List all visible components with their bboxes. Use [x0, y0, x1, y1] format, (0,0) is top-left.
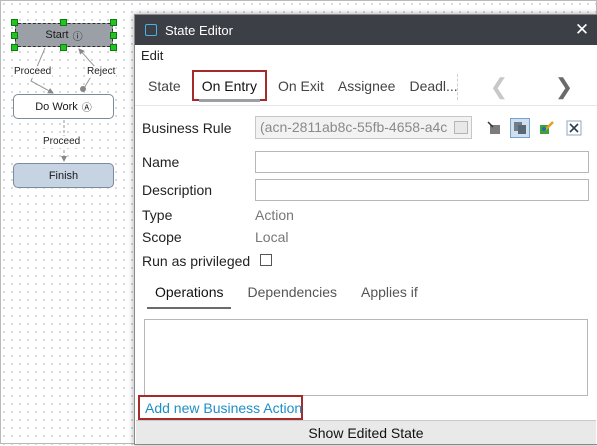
selection-handle[interactable] — [11, 32, 18, 39]
selection-handle[interactable] — [11, 44, 18, 51]
subtab-applies-if[interactable]: Applies if — [349, 281, 430, 309]
clear-rule-icon[interactable] — [564, 118, 584, 138]
selection-handle[interactable] — [11, 19, 18, 26]
selection-handle[interactable] — [110, 19, 117, 26]
select-rule-icon[interactable] — [484, 118, 504, 138]
menu-bar: Edit — [135, 45, 597, 66]
state-editor-dialog: State Editor ✕ Edit State On Entry On Ex… — [134, 14, 597, 445]
operations-list[interactable] — [144, 319, 588, 396]
node-do-work-label: Do Work — [35, 100, 78, 113]
node-do-work[interactable]: Do Work Ⓐ — [13, 94, 114, 119]
tab-scroll-right-icon[interactable]: ❯ — [552, 74, 576, 100]
selection-handle[interactable] — [110, 32, 117, 39]
business-rule-label: Business Rule — [142, 120, 232, 136]
workflow-canvas[interactable]: Start ⓘ Proceed Reject Do Work Ⓐ Proceed… — [1, 1, 141, 445]
tab-on-entry[interactable]: On Entry — [191, 70, 267, 102]
tab-deadline[interactable]: Deadl... — [402, 71, 464, 101]
menu-edit[interactable]: Edit — [141, 48, 163, 63]
add-action-highlight: Add new Business Action — [138, 395, 303, 420]
window-icon — [145, 24, 157, 36]
add-business-action-link[interactable]: Add new Business Action — [145, 400, 302, 416]
dialog-titlebar[interactable]: State Editor ✕ — [135, 15, 597, 45]
node-start-label: Start — [45, 29, 69, 41]
info-circle-icon: ⓘ — [72, 31, 83, 43]
close-button[interactable]: ✕ — [567, 15, 597, 45]
dialog-title: State Editor — [165, 22, 233, 38]
tab-overflow-fade — [457, 74, 471, 100]
rule-picker-icon[interactable] — [454, 121, 468, 134]
edge-label-proceed-2: Proceed — [42, 136, 82, 148]
description-label: Description — [142, 182, 213, 198]
node-finish-label: Finish — [48, 169, 79, 182]
selection-handle[interactable] — [60, 19, 67, 26]
subtab-strip: Operations Dependencies Applies if — [143, 281, 589, 311]
tab-scroll-left-icon[interactable]: ❮ — [487, 74, 511, 100]
run-as-privileged-checkbox[interactable] — [260, 254, 272, 266]
selection-handle[interactable] — [60, 44, 67, 51]
action-circle-icon: Ⓐ — [81, 103, 92, 114]
scope-label: Scope — [142, 229, 182, 245]
name-label: Name — [142, 154, 180, 170]
type-label: Type — [142, 207, 173, 223]
run-as-privileged-label: Run as privileged — [142, 253, 251, 269]
copy-rule-icon[interactable] — [510, 118, 530, 138]
tab-state[interactable]: State — [141, 71, 188, 101]
name-input[interactable] — [255, 151, 589, 173]
business-rule-value: (acn-2811ab8c-55fb-4658-a4c — [260, 119, 448, 135]
edit-rule-icon[interactable] — [537, 118, 557, 138]
show-edited-state-button[interactable]: Show Edited State — [136, 420, 596, 444]
edge-label-proceed: Proceed — [13, 66, 53, 78]
description-input[interactable] — [255, 179, 589, 201]
tab-on-exit[interactable]: On Exit — [271, 71, 331, 101]
tab-strip: State On Entry On Exit Assignee Deadl...… — [135, 66, 597, 106]
tab-assignee[interactable]: Assignee — [331, 71, 403, 101]
node-finish[interactable]: Finish — [13, 163, 114, 188]
subtab-dependencies[interactable]: Dependencies — [235, 281, 349, 309]
subtab-operations[interactable]: Operations — [143, 281, 235, 309]
edge-reject-origin-dot — [80, 86, 86, 92]
selection-handle[interactable] — [110, 44, 117, 51]
type-value: Action — [255, 207, 294, 223]
scope-value: Local — [255, 229, 289, 245]
edge-label-reject: Reject — [86, 66, 117, 78]
business-rule-field: (acn-2811ab8c-55fb-4658-a4c — [255, 116, 472, 139]
